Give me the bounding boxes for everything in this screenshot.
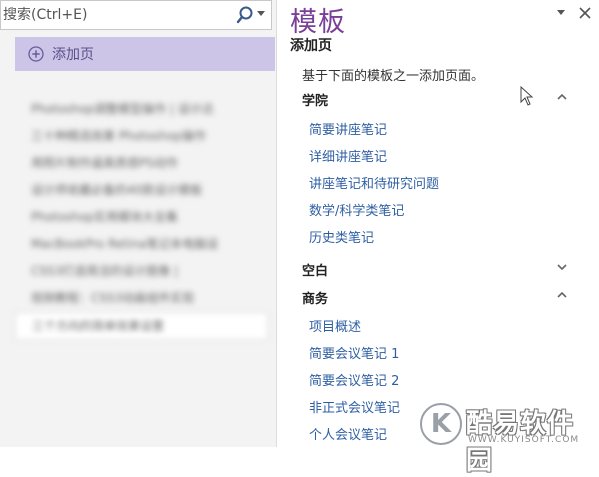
section-business[interactable]: 商务 [302,288,567,307]
section-business-label: 商务 [302,292,329,307]
watermark-logo: K [420,403,462,445]
search-input[interactable] [3,5,218,25]
section-blank[interactable]: 空白 [302,260,567,279]
description-text: 基于下面的模板之一添加页面。 [302,69,485,84]
add-page-label: 添加页 [52,47,94,63]
section-heading: 添加页 [290,38,332,54]
template-link[interactable]: 个人会议笔记 [309,424,387,443]
watermark-url: WWW.KUYISOFT.COM [468,435,580,445]
page-item[interactable]: 三十种精选效果 Photoshop操作 [15,123,277,150]
page-item-selected[interactable]: 三个方向的简单效果设置 [15,312,268,340]
pane-title: 模板 [290,7,346,38]
template-link[interactable]: 简要会议笔记 1 [309,343,399,362]
section-academic-label: 学院 [302,94,329,109]
template-link[interactable]: 项目概述 [309,316,361,335]
page-item[interactable]: CSS3打造简洁的设计图像 | [15,258,277,285]
pane-controls [553,5,593,21]
template-link[interactable]: 简要会议笔记 2 [309,370,399,389]
pane-options-icon[interactable] [553,5,569,21]
page-list: Photoshop调整模型操作 | 设计达 三十种精选效果 Photoshop操… [15,96,277,340]
page-item[interactable]: Photoshop调整模型操作 | 设计达 [15,96,277,123]
page-item[interactable]: 用照片制作逼真质感PS动作 [15,150,277,177]
template-link[interactable]: 详细讲座笔记 [309,146,387,165]
template-link[interactable]: 简要讲座笔记 [309,119,387,138]
page-item[interactable]: 视频教程：CSS3动画组件实现 [15,285,277,312]
template-link[interactable]: 非正式会议笔记 [309,397,400,416]
section-academic[interactable]: 学院 [302,90,567,109]
chevron-up-icon [557,93,567,100]
add-circle-icon [28,46,44,62]
close-icon[interactable] [577,5,593,21]
template-link[interactable]: 历史类笔记 [309,227,374,246]
templates-pane: 模板 添加页 基于下面的模板之一添加页面。 学院 简要讲座笔记 详细讲座笔记 讲… [277,0,599,447]
watermark: K 酷易软件园 WWW.KUYISOFT.COM [420,403,599,476]
page-pane: 添加页 Photoshop调整模型操作 | 设计达 三十种精选效果 Photos… [0,0,277,447]
search-bar [0,0,272,30]
add-page-button[interactable]: 添加页 [15,37,275,71]
page-item[interactable]: MacBookPro Retina笔记本电脑设 [15,231,277,258]
search-scope-dropdown-icon[interactable] [257,11,265,16]
search-icon[interactable] [233,4,257,26]
template-link[interactable]: 讲座笔记和待研究问题 [309,173,439,192]
template-link[interactable]: 数学/科学类笔记 [309,200,404,219]
section-blank-label: 空白 [302,264,329,279]
page-item[interactable]: 设计师收藏必备的40款设计模板 [15,177,277,204]
chevron-up-icon [557,291,567,298]
page-item[interactable]: Photoshop实用模块大全集 [15,204,277,231]
chevron-down-icon [557,264,567,271]
